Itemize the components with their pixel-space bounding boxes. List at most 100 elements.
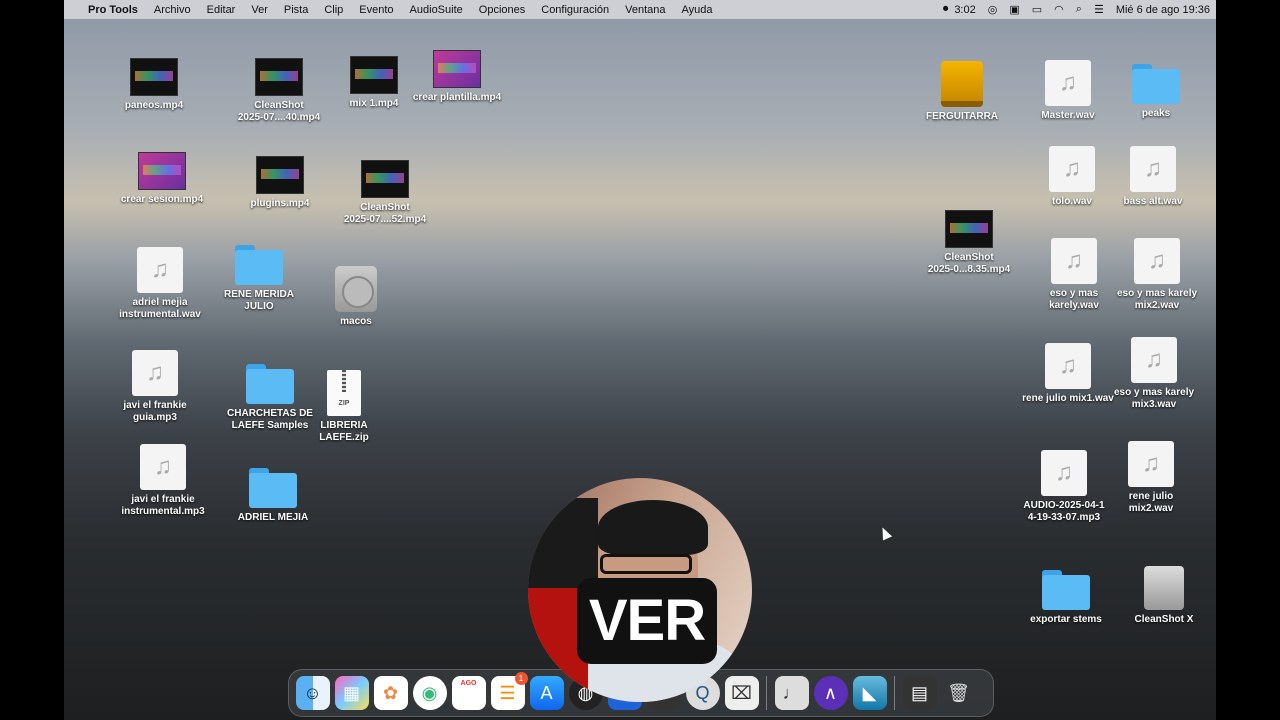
record-stop-icon[interactable]: ⏺ xyxy=(937,3,955,16)
folder-rene-merida[interactable]: RENE MERIDA JULIO xyxy=(204,245,314,313)
file-label: bass alt.wav xyxy=(1123,196,1183,207)
wifi-icon[interactable]: ◠ xyxy=(1048,3,1070,16)
cleanshot-icon[interactable]: ◣ xyxy=(852,676,887,710)
file-eso-mix2[interactable]: ♫ eso y mas karely mix2.wav xyxy=(1102,238,1212,312)
clock[interactable]: Mié 6 de ago 19:36 xyxy=(1110,4,1216,16)
file-label: CleanShot 2025-07....40.mp4 xyxy=(237,100,321,123)
menu-audiosuite[interactable]: AudioSuite xyxy=(402,4,471,16)
folder-peaks[interactable]: peaks xyxy=(1101,64,1211,120)
file-bass-alt[interactable]: ♫ bass alt.wav xyxy=(1098,146,1208,208)
file-label: rene julio mix2.wav xyxy=(1128,491,1174,514)
menu-bar: Pro Tools Archivo Editar Ver Pista Clip … xyxy=(64,0,1216,19)
file-cleanshot-52[interactable]: CleanShot 2025-07....52.mp4 xyxy=(330,160,440,226)
menu-opciones[interactable]: Opciones xyxy=(471,4,533,16)
audio-file-icon: ♫ xyxy=(1049,146,1095,192)
dock-separator xyxy=(894,676,895,710)
audio-file-icon: ♫ xyxy=(1128,441,1174,487)
audio-file-icon: ♫ xyxy=(1041,450,1087,496)
file-javi-instrumental[interactable]: ♫ javi el frankie instrumental.mp3 xyxy=(108,444,218,518)
video-thumbnail xyxy=(361,160,409,198)
dock-separator xyxy=(766,676,767,710)
menu-ventana[interactable]: Ventana xyxy=(617,4,673,16)
status-area: ⏺ 3:02 ◎ ▣ ▭ ◠ ⌕ ☰ Mié 6 de ago 19:36 xyxy=(937,3,1216,16)
file-crear-sesion[interactable]: crear sesion.mp4 xyxy=(107,152,217,206)
file-label: peaks xyxy=(1141,108,1171,119)
folder-icon xyxy=(249,468,297,508)
launchpad-icon[interactable]: ▦ xyxy=(334,676,369,710)
file-libreria-zip[interactable]: ZIP LIBRERIA LAEFE.zip xyxy=(289,370,399,444)
video-thumbnail xyxy=(138,152,186,190)
drive-ferguitarra[interactable]: FERGUITARRA xyxy=(907,61,1017,123)
calendar-day: 6 xyxy=(463,687,474,706)
file-label: paneos.mp4 xyxy=(124,100,184,111)
file-label: plugins.mp4 xyxy=(250,198,310,209)
video-thumbnail xyxy=(255,58,303,96)
grammarly-icon[interactable]: ▣ xyxy=(1003,3,1025,16)
pro-tools-icon[interactable]: ▤ xyxy=(902,676,937,710)
file-cleanshot-835[interactable]: CleanShot 2025-0...8.35.mp4 xyxy=(914,210,1024,276)
menu-ayuda[interactable]: Ayuda xyxy=(674,4,721,16)
audio-file-icon: ♫ xyxy=(1134,238,1180,284)
file-label: RENE MERIDA JULIO xyxy=(223,289,294,312)
disk-macos[interactable]: macos xyxy=(301,266,411,328)
video-thumbnail xyxy=(433,50,481,88)
file-javi-guia[interactable]: ♫ javi el frankie guia.mp3 xyxy=(100,350,210,424)
search-icon[interactable]: ⌕ xyxy=(1070,3,1088,16)
control-center-icon[interactable]: ☰ xyxy=(1088,3,1110,16)
folder-icon xyxy=(235,245,283,285)
folder-adriel-mejia[interactable]: ADRIEL MEJIA xyxy=(218,468,328,524)
zip-icon: ZIP xyxy=(327,370,361,416)
finder-icon[interactable]: ☺ xyxy=(295,676,330,710)
file-label: CleanShot X xyxy=(1134,614,1194,625)
menu-configuracion[interactable]: Configuración xyxy=(533,4,617,16)
file-crear-plantilla[interactable]: crear plantilla.mp4 xyxy=(402,50,512,104)
file-label: eso y mas karely mix3.wav xyxy=(1113,387,1195,410)
audio-file-icon: ♫ xyxy=(1131,337,1177,383)
video-thumbnail xyxy=(256,156,304,194)
audio-file-icon: ♫ xyxy=(1045,343,1091,389)
file-rene-mix2[interactable]: ♫ rene julio mix2.wav xyxy=(1096,441,1206,515)
audio-file-icon: ♫ xyxy=(1130,146,1176,192)
video-thumbnail xyxy=(945,210,993,248)
file-label: exportar stems xyxy=(1030,614,1102,625)
menu-evento[interactable]: Evento xyxy=(351,4,401,16)
audio-file-icon: ♫ xyxy=(140,444,186,490)
file-label: CleanShot 2025-07....52.mp4 xyxy=(343,202,427,225)
screen: Pro Tools Archivo Editar Ver Pista Clip … xyxy=(64,0,1216,720)
file-paneos[interactable]: paneos.mp4 xyxy=(99,58,209,112)
menu-clip[interactable]: Clip xyxy=(316,4,351,16)
battery-icon[interactable]: ▭ xyxy=(1026,3,1048,16)
file-cleanshot-40[interactable]: CleanShot 2025-07....40.mp4 xyxy=(224,58,334,124)
record-time: 3:02 xyxy=(954,3,976,16)
file-adriel-instrumental[interactable]: ♫ adriel mejia instrumental.wav xyxy=(105,247,215,321)
trash-icon[interactable]: 🗑 xyxy=(942,676,976,710)
folder-exportar-stems[interactable]: exportar stems xyxy=(1011,570,1121,626)
menu-ver[interactable]: Ver xyxy=(243,4,276,16)
photos-icon[interactable]: ✿ xyxy=(373,676,408,710)
presenter-glasses xyxy=(600,554,692,574)
audio-midi-icon[interactable]: ♩ xyxy=(774,676,809,710)
chrome-icon[interactable]: ◉ xyxy=(412,676,447,710)
folder-icon xyxy=(1132,64,1180,104)
file-label: javi el frankie instrumental.mp3 xyxy=(121,494,205,517)
video-thumbnail xyxy=(130,58,178,96)
file-label: LIBRERIA LAEFE.zip xyxy=(319,420,369,443)
calendar-icon[interactable]: AGO 6 xyxy=(451,676,486,710)
avid-icon[interactable]: ∧ xyxy=(813,676,848,710)
file-eso-mix3[interactable]: ♫ eso y mas karely mix3.wav xyxy=(1099,337,1209,411)
menu-archivo[interactable]: Archivo xyxy=(146,4,199,16)
app-menu[interactable]: Pro Tools xyxy=(80,4,146,16)
reminders-icon[interactable]: ☰ 1 xyxy=(490,672,528,710)
file-label: adriel mejia instrumental.wav xyxy=(119,297,201,320)
audio-file-icon: ♫ xyxy=(132,350,178,396)
menu-editar[interactable]: Editar xyxy=(199,4,244,16)
cleanshot-menu-icon[interactable]: ◎ xyxy=(982,3,1004,16)
video-thumbnail xyxy=(350,56,398,94)
menu-pista[interactable]: Pista xyxy=(276,4,316,16)
audio-file-icon: ♫ xyxy=(1051,238,1097,284)
file-label: crear sesion.mp4 xyxy=(120,194,204,205)
video-caption: VER xyxy=(577,578,717,664)
file-plugins[interactable]: plugins.mp4 xyxy=(225,156,335,210)
file-label: macos xyxy=(340,316,372,327)
app-cleanshot-x[interactable]: CleanShot X xyxy=(1109,566,1216,626)
